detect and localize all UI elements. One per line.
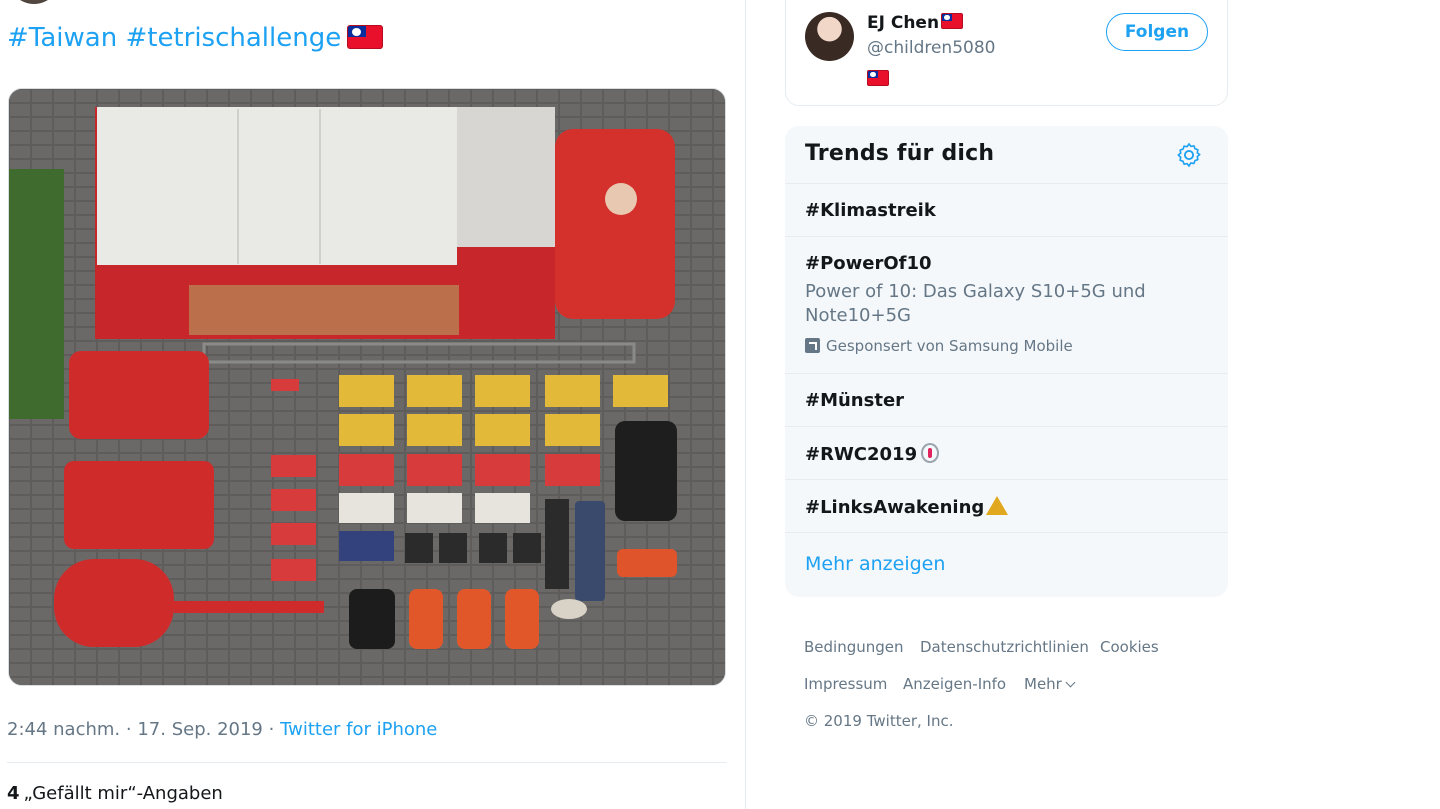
taiwan-flag-icon: [867, 70, 889, 90]
likes-count-link[interactable]: 4 „Gefällt mir“-Angaben: [7, 783, 223, 804]
trend-tag-text: #LinksAwakening: [805, 497, 985, 518]
divider: [785, 426, 1228, 427]
tweet-source-link[interactable]: Twitter for iPhone: [280, 719, 437, 740]
follow-button[interactable]: Folgen: [1106, 13, 1208, 51]
avatar[interactable]: [805, 12, 854, 61]
tweet-date[interactable]: 17. Sep. 2019: [137, 719, 263, 740]
copyright: © 2019 Twitter, Inc.: [804, 712, 954, 730]
footer-link-ads-info[interactable]: Anzeigen-Info: [903, 675, 1006, 693]
footer-more-menu[interactable]: Mehr: [1024, 675, 1076, 693]
promoted-icon: [805, 338, 820, 353]
promoted-text: Gesponsert von Samsung Mobile: [826, 337, 1073, 355]
tweet-text[interactable]: #Taiwan #tetrischallenge: [7, 20, 384, 56]
gear-icon[interactable]: [1175, 141, 1203, 169]
trend-description: Power of 10: Das Galaxy S10+5G und Note1…: [805, 281, 1146, 326]
footer-link-terms[interactable]: Bedingungen: [804, 638, 904, 656]
likes-count: 4: [7, 783, 20, 804]
footer-link-privacy[interactable]: Datenschutzrichtlinien: [920, 638, 1089, 656]
divider: [785, 479, 1228, 480]
trends-title: Trends für dich: [805, 141, 995, 166]
meta-separator: ·: [125, 719, 132, 740]
rugby-world-cup-icon: [921, 443, 940, 463]
trends-panel: [785, 126, 1228, 597]
trend-item[interactable]: #RWC2019: [805, 443, 940, 465]
footer-link-imprint[interactable]: Impressum: [804, 675, 887, 693]
trend-item[interactable]: #LinksAwakening: [805, 496, 1009, 518]
footer-more-label: Mehr: [1024, 675, 1062, 693]
trend-item[interactable]: #Münster: [805, 390, 904, 411]
taiwan-flag-icon: [941, 13, 964, 29]
divider: [785, 183, 1228, 184]
tweet-hashtags-text[interactable]: #Taiwan #tetrischallenge: [7, 23, 341, 53]
follow-user-name[interactable]: EJ Chen: [867, 13, 964, 33]
follow-name-text[interactable]: EJ Chen: [867, 13, 939, 33]
tweet-photo[interactable]: [8, 88, 726, 686]
divider: [785, 373, 1228, 374]
column-divider: [745, 0, 746, 809]
trend-item[interactable]: #PowerOf10: [805, 253, 932, 274]
taiwan-flag-icon: [867, 70, 889, 86]
divider: [785, 236, 1228, 237]
trend-item[interactable]: #Klimastreik: [805, 200, 936, 221]
gear-icon: [1177, 143, 1201, 167]
tweet-author-avatar[interactable]: [8, 0, 60, 4]
taiwan-flag-icon: [347, 25, 384, 49]
divider: [785, 532, 1228, 533]
meta-separator: ·: [268, 719, 275, 740]
trend-tag-text: #RWC2019: [805, 444, 918, 465]
follow-user-handle[interactable]: @children5080: [867, 38, 995, 58]
likes-label: „Gefällt mir“-Angaben: [23, 783, 223, 804]
footer-link-cookies[interactable]: Cookies: [1100, 638, 1159, 656]
tweet-meta: 2:44 nachm. · 17. Sep. 2019 · Twitter fo…: [7, 719, 437, 740]
divider: [7, 762, 727, 763]
chevron-down-icon: [1065, 677, 1076, 688]
photo-fire-brigade-tetris: [9, 89, 725, 685]
show-more-link[interactable]: Mehr anzeigen: [805, 553, 945, 575]
promoted-label: Gesponsert von Samsung Mobile: [805, 337, 1073, 355]
tweet-time[interactable]: 2:44 nachm.: [7, 719, 120, 740]
triforce-icon: [986, 496, 1009, 515]
